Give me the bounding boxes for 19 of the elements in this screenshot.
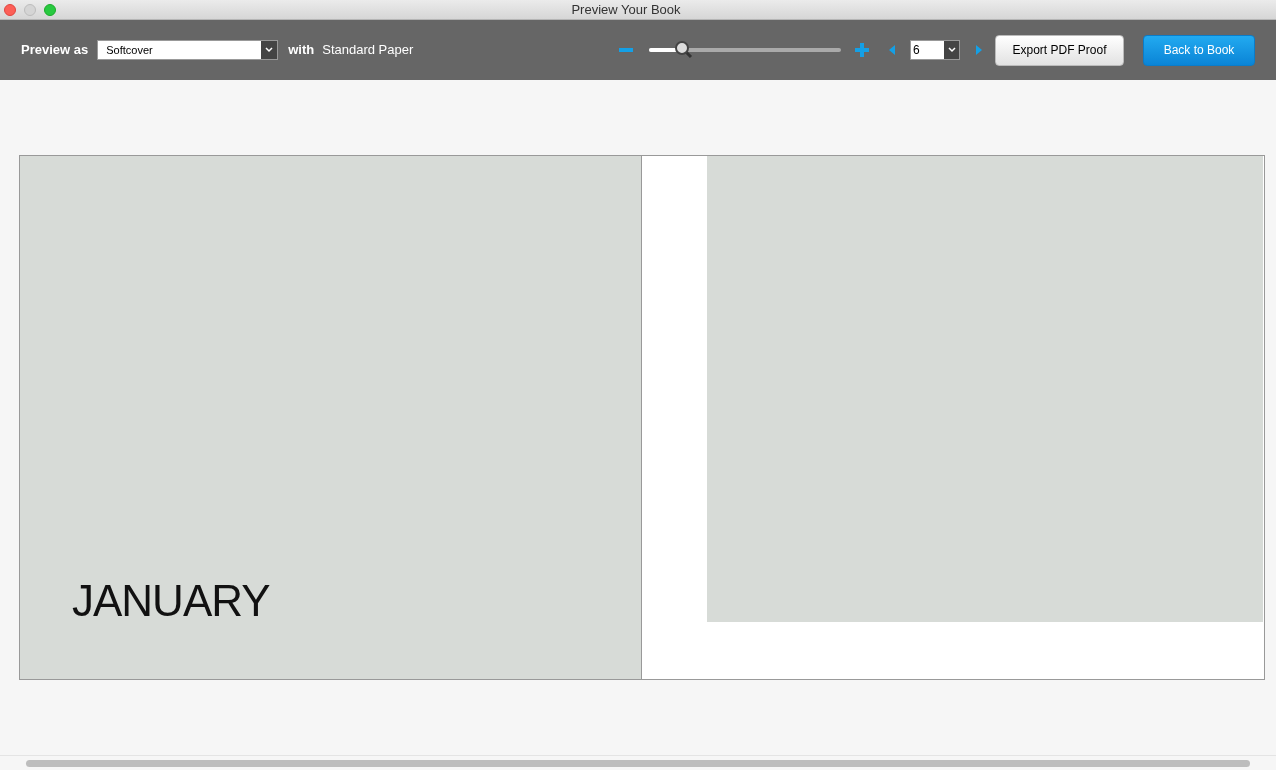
- with-label: with: [288, 41, 315, 60]
- cover-select[interactable]: Softcover: [97, 40, 279, 60]
- zoom-slider[interactable]: [649, 40, 841, 60]
- minimize-button[interactable]: [24, 3, 36, 16]
- page-select[interactable]: 6: [910, 40, 960, 60]
- window-title: Preview Your Book: [571, 0, 681, 19]
- zoom-in-icon[interactable]: [855, 43, 869, 57]
- next-page-icon[interactable]: [976, 45, 982, 55]
- export-button[interactable]: Export PDF Proof: [995, 34, 1124, 66]
- close-button[interactable]: [4, 3, 16, 16]
- page-heading: JANUARY: [72, 579, 270, 623]
- magnifier-thumb-icon[interactable]: [673, 40, 694, 60]
- chevron-down-icon: [265, 47, 274, 53]
- preview-label: Preview as: [21, 41, 89, 60]
- horizontal-scrollbar[interactable]: [26, 760, 1250, 767]
- previous-page-icon[interactable]: [889, 45, 895, 55]
- zoom-button[interactable]: [44, 3, 56, 16]
- paper-label: Standard Paper: [322, 41, 414, 60]
- chevron-down-icon: [947, 47, 956, 53]
